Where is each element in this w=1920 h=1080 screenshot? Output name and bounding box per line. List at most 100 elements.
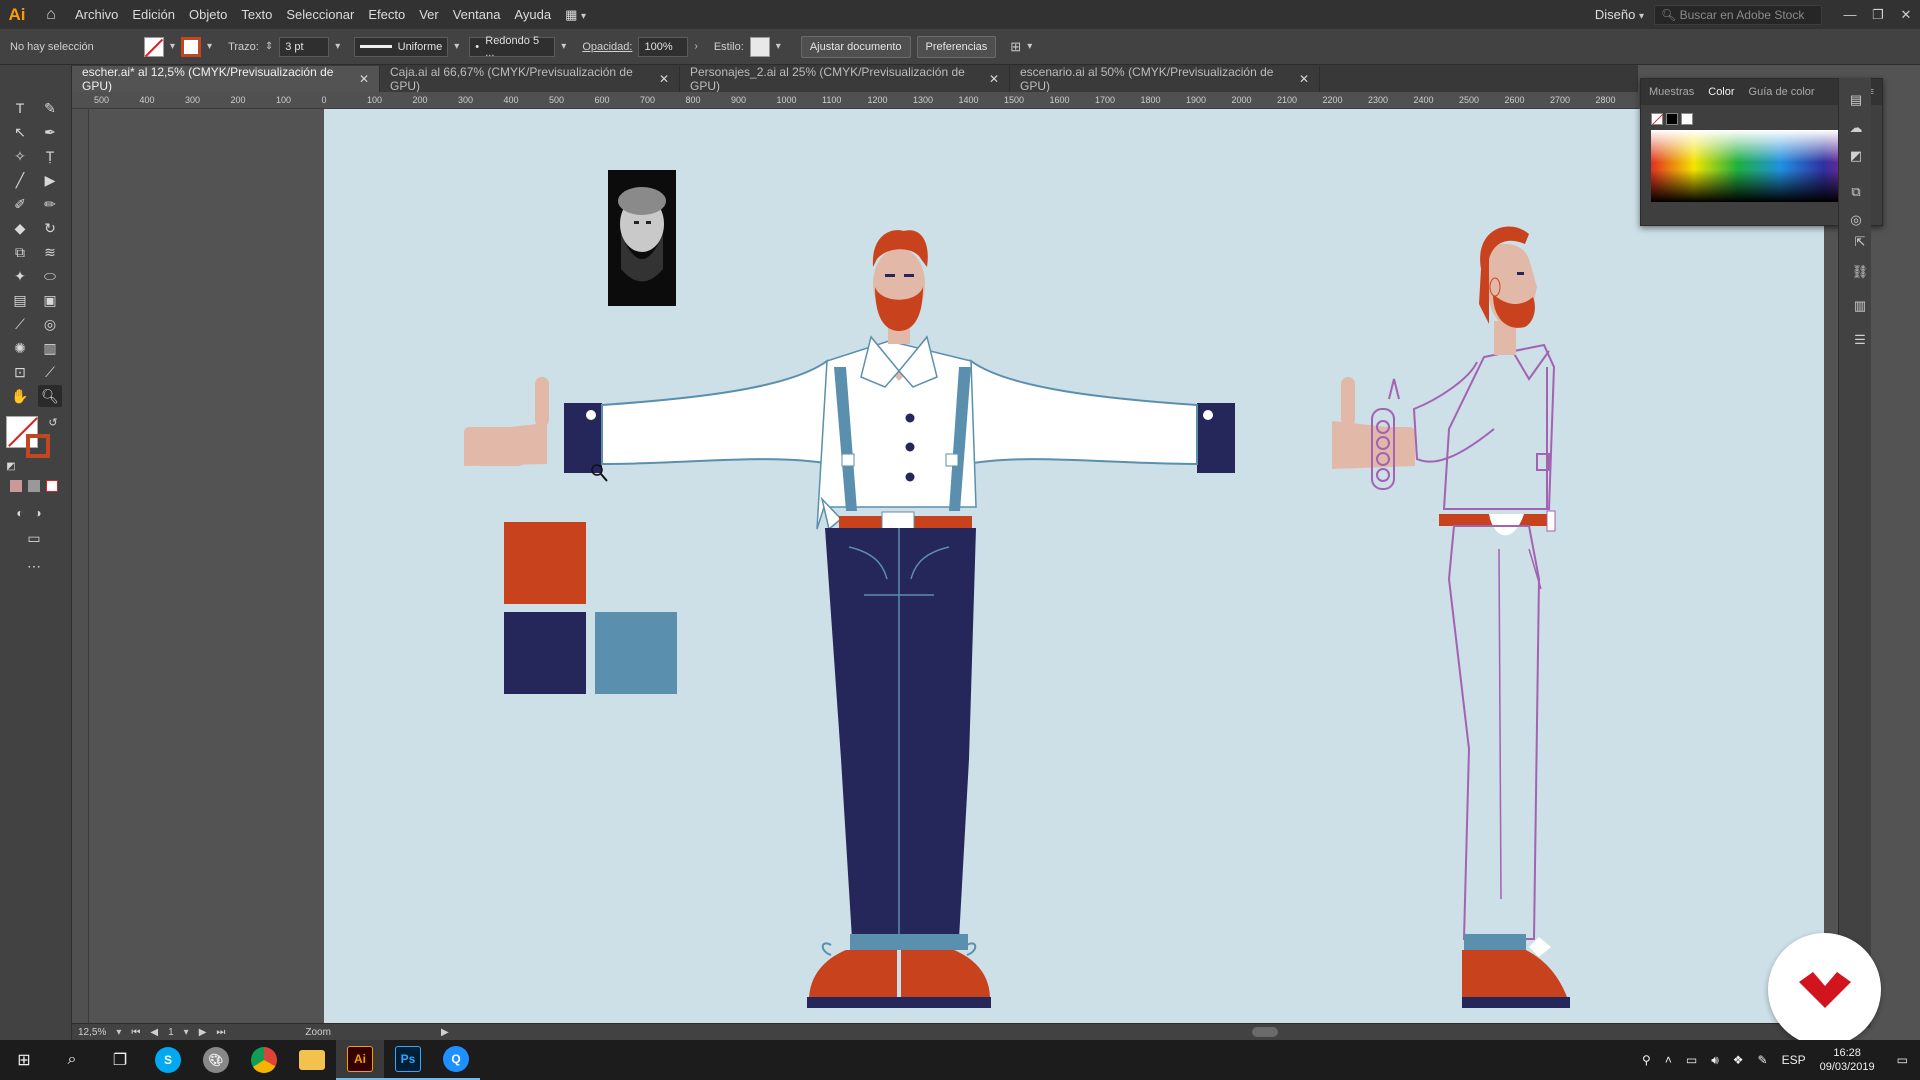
skype-icon[interactable]: S (144, 1040, 192, 1080)
tab-escenario[interactable]: escenario.ai al 50% (CMYK/Previsualizaci… (1010, 65, 1320, 93)
screen-mode-icon[interactable]: ▭ (22, 527, 46, 549)
eraser-tool-icon[interactable]: ◆ (8, 217, 32, 239)
menu-seleccionar[interactable]: Seleccionar (279, 7, 361, 22)
stepper-icon[interactable]: ⇕ (265, 41, 273, 52)
notifications-icon[interactable]: ▭ (1897, 1053, 1908, 1067)
adjust-document-button[interactable]: Ajustar documento (800, 35, 911, 58)
close-icon[interactable]: ✕ (1299, 72, 1309, 86)
more-tools-icon[interactable]: ⋯ (22, 555, 46, 577)
horizontal-scrollbar[interactable] (1252, 1027, 1278, 1037)
type-tool-icon[interactable]: T (8, 97, 32, 119)
cc-libraries-icon[interactable]: ◎ (1847, 212, 1865, 228)
prev-artboard-icon[interactable]: ◀ (150, 1027, 158, 1038)
chevron-up-icon[interactable]: ˄ (1665, 1053, 1672, 1067)
chevron-down-icon[interactable]: ▾ (561, 41, 566, 52)
default-colors-icon[interactable]: ◩ (4, 456, 18, 478)
stroke-label[interactable]: Trazo: (228, 41, 259, 53)
next-artboard-icon[interactable]: ▶ (199, 1027, 207, 1038)
fill-swatch[interactable] (144, 36, 164, 57)
gradient-tool-icon[interactable]: ▣ (38, 289, 62, 311)
zoom-tool-icon[interactable]: 🔍︎ (38, 385, 62, 407)
tab-personajes[interactable]: Personajes_2.ai al 25% (CMYK/Previsualiz… (680, 65, 1010, 93)
brush-definition[interactable]: • Redondo 5 ... (469, 35, 556, 59)
arrange-documents-icon[interactable]: ▦ ▾ (558, 7, 593, 23)
artboard-tool-icon[interactable]: ⊡ (8, 361, 32, 383)
stroke-swatch[interactable] (181, 36, 202, 57)
menu-icon[interactable]: ☰ (1851, 332, 1869, 348)
palette-swatch-navy[interactable] (504, 612, 586, 694)
language-indicator[interactable]: ESP (1782, 1053, 1806, 1067)
gradient-mode-icon[interactable] (28, 480, 40, 492)
tab-color[interactable]: Color (1708, 86, 1734, 98)
blend-tool-icon[interactable]: ◎ (38, 313, 62, 335)
arrange-icon[interactable]: ⊞ (1010, 39, 1021, 55)
home-icon[interactable]: ⌂ (34, 6, 68, 24)
color-spectrum[interactable] (1651, 130, 1867, 202)
opacity-label[interactable]: Opacidad: (582, 41, 632, 53)
chevron-down-icon[interactable]: ▾ (170, 41, 175, 52)
white-swatch[interactable] (1681, 113, 1693, 125)
shape-builder-icon[interactable]: ⬭ (38, 265, 62, 287)
menu-edicion[interactable]: Edición (125, 7, 182, 22)
swap-colors-icon[interactable]: ↺ (46, 412, 60, 434)
align-icon[interactable]: ▥ (1851, 298, 1869, 314)
pen-icon[interactable]: ✎ (1758, 1053, 1768, 1067)
rotate-tool-icon[interactable]: ↻ (38, 217, 62, 239)
magic-wand-icon[interactable]: ✧ (8, 145, 32, 167)
puppet-warp-icon[interactable]: ✦ (8, 265, 32, 287)
chevron-down-icon[interactable]: ▾ (184, 1027, 189, 1038)
search-icon[interactable]: ⌕ (48, 1040, 96, 1080)
menu-ventana[interactable]: Ventana (446, 7, 508, 22)
variable-width-profile[interactable]: Uniforme (354, 36, 449, 57)
windows-icon[interactable]: ⊞ (0, 1040, 48, 1080)
chevron-down-icon[interactable]: ▾ (454, 41, 459, 52)
scale-tool-icon[interactable]: ⧉ (8, 241, 32, 263)
chevron-down-icon[interactable]: ▾ (116, 1027, 121, 1038)
horizontal-ruler[interactable]: 500 400 300 200 100 0 100 200 300 400 500 600 700 800… (72, 92, 1638, 109)
close-icon[interactable]: ✕ (659, 72, 669, 86)
none-swatch[interactable] (1651, 113, 1664, 126)
properties-icon[interactable]: ▤ (1847, 92, 1865, 108)
warp-tool-icon[interactable]: ≋ (38, 241, 62, 263)
status-menu-icon[interactable]: ▶ (441, 1027, 449, 1038)
opacity-input[interactable]: 100% (638, 36, 689, 57)
menu-ayuda[interactable]: Ayuda (507, 7, 558, 22)
slice-tool-icon[interactable]: ⟋ (38, 361, 62, 383)
clock[interactable]: 16:28 09/03/2019 (1820, 1046, 1875, 1074)
eyedropper-icon[interactable]: ⟋ (8, 313, 32, 335)
last-artboard-icon[interactable]: ⏭ (216, 1027, 225, 1038)
line-tool-icon[interactable]: ╱ (8, 169, 32, 191)
close-icon[interactable]: ✕ (359, 72, 369, 86)
menu-ver[interactable]: Ver (412, 7, 446, 22)
close-icon[interactable]: ✕ (989, 72, 999, 86)
reference-photo[interactable] (608, 170, 676, 306)
stroke-weight-input[interactable]: 3 pt (279, 36, 330, 57)
dropbox-icon[interactable]: ❖ (1733, 1053, 1744, 1067)
selection-tool-icon[interactable]: ▶ (38, 169, 62, 191)
first-artboard-icon[interactable]: ⏮ (131, 1027, 140, 1038)
chevron-down-icon[interactable]: ▾ (335, 41, 340, 52)
tab-muestras[interactable]: Muestras (1649, 86, 1694, 98)
draw-behind-icon[interactable]: ◑ (26, 502, 50, 524)
tab-guia-de-color[interactable]: Guía de color (1749, 86, 1815, 98)
artboard-number[interactable]: 1 (168, 1027, 174, 1038)
appearance-icon[interactable]: ◩ (1847, 148, 1865, 164)
chevron-down-icon[interactable]: ▾ (207, 41, 212, 52)
canvas-pasteboard[interactable] (89, 109, 1824, 1023)
layers-icon[interactable]: ⧉ (1847, 184, 1865, 200)
people-icon[interactable]: ⚲ (1642, 1053, 1651, 1067)
volume-icon[interactable]: 🔊︎ (1711, 1053, 1719, 1068)
workspace-switcher[interactable]: Diseño ▾ (1585, 7, 1654, 22)
pen-tool-icon[interactable]: ✒ (38, 121, 62, 143)
pencil-tool-icon[interactable]: ✏ (38, 193, 62, 215)
task-view-icon[interactable]: ❐ (96, 1040, 144, 1080)
minimize-icon[interactable]: — (1836, 7, 1864, 22)
libraries-icon[interactable]: ☁ (1847, 120, 1865, 136)
color-mode-icon[interactable] (10, 480, 22, 492)
vertical-ruler[interactable] (72, 109, 89, 1023)
preferences-button[interactable]: Preferencias (916, 35, 997, 58)
symbol-sprayer-icon[interactable]: ✺ (8, 337, 32, 359)
chevron-down-icon[interactable]: ▾ (1027, 41, 1032, 52)
restore-icon[interactable]: ❐ (1864, 7, 1892, 23)
hand-tool-icon[interactable]: ✋ (8, 385, 32, 407)
